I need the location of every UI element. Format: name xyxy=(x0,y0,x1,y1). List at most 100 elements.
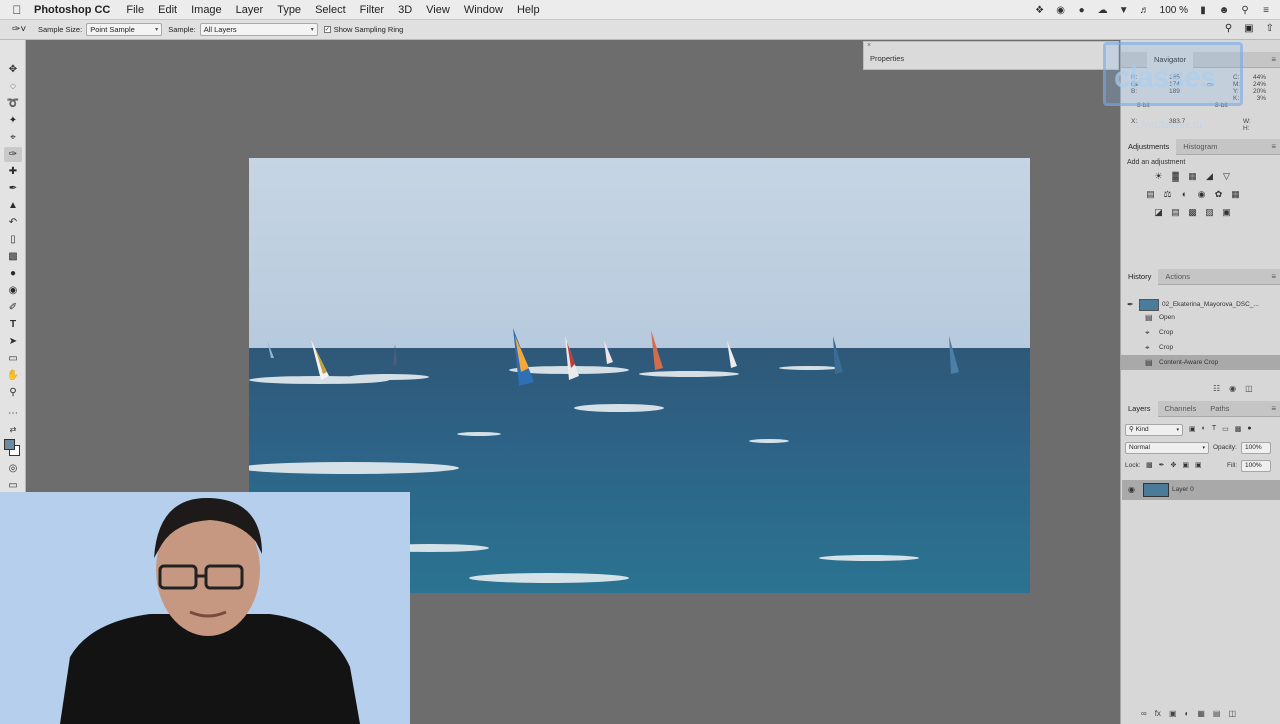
gradient-map-icon[interactable]: ▨ xyxy=(1204,207,1215,218)
swap-colors-icon[interactable]: ⇄ xyxy=(4,422,22,437)
menu-3d[interactable]: 3D xyxy=(391,4,419,16)
record-icon[interactable]: ● xyxy=(1076,5,1088,16)
sampling-ring-checkbox[interactable]: ✓ xyxy=(323,26,331,33)
levels-icon[interactable]: ▓ xyxy=(1170,171,1181,182)
history-step-open[interactable]: ▤ Open xyxy=(1121,310,1280,325)
posterize-icon[interactable]: ▤ xyxy=(1170,207,1181,218)
opacity-input[interactable]: 100% xyxy=(1241,442,1271,454)
share-icon[interactable]: ⇧ xyxy=(1266,23,1274,34)
lock-all-icon[interactable]: ▣ xyxy=(1195,461,1202,469)
quick-mask-icon[interactable]: ◎ xyxy=(4,461,22,476)
search-icon[interactable]: ⚲ xyxy=(1225,23,1232,34)
lock-transparent-icon[interactable]: ▩ xyxy=(1146,461,1153,469)
adjustment-layer-icon[interactable]: ◐ xyxy=(1185,709,1190,718)
eyedropper-preset-icon[interactable]: ✑˅ xyxy=(0,24,38,35)
tab-adjustments[interactable]: Adjustments xyxy=(1121,138,1177,155)
new-group-icon[interactable]: ▦ xyxy=(1197,709,1205,718)
panel-menu-icon[interactable]: ≡ xyxy=(1271,55,1276,64)
marquee-tool-icon[interactable]: ◌ xyxy=(4,79,22,94)
close-icon[interactable]: × xyxy=(867,42,871,49)
app-name-menu[interactable]: Photoshop CC xyxy=(34,4,110,16)
photo-filter-icon[interactable]: ◉ xyxy=(1196,189,1207,200)
channel-mixer-icon[interactable]: ✿ xyxy=(1213,189,1224,200)
smart-object-filter-icon[interactable]: ▩ xyxy=(1235,425,1242,433)
menu-file[interactable]: File xyxy=(119,4,151,16)
threshold-icon[interactable]: ▩ xyxy=(1187,207,1198,218)
brush-tool-icon[interactable]: ✒ xyxy=(4,181,22,196)
move-tool-icon[interactable]: ✥ xyxy=(4,62,22,77)
pen-tool-icon[interactable]: ✐ xyxy=(4,300,22,315)
volume-icon[interactable]: ♬ xyxy=(1139,5,1151,16)
tab-histogram[interactable]: Histogram xyxy=(1176,139,1224,155)
sample-select[interactable]: All Layers ▾ xyxy=(199,23,318,36)
link-layers-icon[interactable]: ∞ xyxy=(1141,709,1147,718)
history-step-content-aware-crop[interactable]: ▤ Content-Aware Crop xyxy=(1121,355,1280,370)
menu-help[interactable]: Help xyxy=(510,4,547,16)
layer-mask-icon[interactable]: ▣ xyxy=(1169,709,1177,718)
pixel-filter-icon[interactable]: ▣ xyxy=(1189,425,1196,433)
tab-actions[interactable]: Actions xyxy=(1158,269,1197,285)
battery-icon[interactable]: ▮ xyxy=(1197,5,1209,16)
menu-edit[interactable]: Edit xyxy=(151,4,184,16)
black-white-icon[interactable]: ◐ xyxy=(1179,189,1190,200)
workspace-icon[interactable]: ▣ xyxy=(1244,23,1253,34)
eyedropper-tool-icon[interactable]: ✑ xyxy=(4,147,22,162)
blur-tool-icon[interactable]: ● xyxy=(4,266,22,281)
adjustment-filter-icon[interactable]: ◐ xyxy=(1202,425,1206,433)
exposure-icon[interactable]: ◢ xyxy=(1204,171,1215,182)
menu-filter[interactable]: Filter xyxy=(353,4,391,16)
history-step-crop[interactable]: ⌖ Crop xyxy=(1121,325,1280,340)
eraser-tool-icon[interactable]: ▯ xyxy=(4,232,22,247)
camera-icon[interactable]: ◉ xyxy=(1229,384,1236,393)
type-filter-icon[interactable]: T xyxy=(1212,425,1216,433)
brightness-contrast-icon[interactable]: ☀ xyxy=(1153,171,1164,182)
new-document-from-state-icon[interactable]: ☷ xyxy=(1213,384,1220,393)
menu-image[interactable]: Image xyxy=(184,4,229,16)
blend-mode-select[interactable]: Normal ▾ xyxy=(1125,442,1209,454)
tab-channels[interactable]: Channels xyxy=(1158,401,1204,417)
menu-layer[interactable]: Layer xyxy=(229,4,271,16)
type-tool-icon[interactable]: T xyxy=(4,317,22,332)
apple-menu-icon[interactable]:  xyxy=(0,3,34,17)
clone-stamp-tool-icon[interactable]: ▲ xyxy=(4,198,22,213)
panel-menu-icon[interactable]: ≡ xyxy=(1271,404,1276,413)
menu-window[interactable]: Window xyxy=(457,4,510,16)
screen-mode-icon[interactable]: ▭ xyxy=(4,478,22,493)
invert-icon[interactable]: ◪ xyxy=(1153,207,1164,218)
user-icon[interactable]: ☻ xyxy=(1218,5,1230,16)
panel-menu-icon[interactable]: ≡ xyxy=(1271,272,1276,281)
filter-toggle-icon[interactable]: ● xyxy=(1247,425,1251,433)
healing-brush-tool-icon[interactable]: ✚ xyxy=(4,164,22,179)
path-select-tool-icon[interactable]: ➤ xyxy=(4,334,22,349)
menu-select[interactable]: Select xyxy=(308,4,353,16)
selective-color-icon[interactable]: ▣ xyxy=(1221,207,1232,218)
dropbox-icon[interactable]: ❖ xyxy=(1034,5,1046,16)
new-layer-icon[interactable]: ▤ xyxy=(1213,709,1221,718)
lock-image-icon[interactable]: ✒ xyxy=(1159,461,1165,469)
color-balance-icon[interactable]: ⚖ xyxy=(1162,189,1173,200)
creative-cloud-icon[interactable]: ◉ xyxy=(1055,5,1067,16)
more-tools-icon[interactable]: ⋯ xyxy=(4,406,22,421)
history-step-crop[interactable]: ⌖ Crop xyxy=(1121,340,1280,355)
panel-menu-icon[interactable]: ≡ xyxy=(1271,142,1276,151)
trash-icon[interactable]: ◫ xyxy=(1245,384,1253,393)
hue-saturation-icon[interactable]: ▤ xyxy=(1145,189,1156,200)
search-icon[interactable]: ⚲ xyxy=(1239,5,1251,16)
curves-icon[interactable]: ▦ xyxy=(1187,171,1198,182)
history-brush-tool-icon[interactable]: ↶ xyxy=(4,215,22,230)
menu-view[interactable]: View xyxy=(419,4,457,16)
vibrance-icon[interactable]: ▽ xyxy=(1221,171,1232,182)
quick-select-tool-icon[interactable]: ✦ xyxy=(4,113,22,128)
tab-history[interactable]: History xyxy=(1121,268,1159,285)
lock-artboard-icon[interactable]: ▣ xyxy=(1182,461,1189,469)
lasso-tool-icon[interactable]: ➰ xyxy=(4,96,22,111)
zoom-tool-icon[interactable]: ⚲ xyxy=(4,385,22,400)
shape-filter-icon[interactable]: ▭ xyxy=(1222,425,1229,433)
tab-layers[interactable]: Layers xyxy=(1121,400,1158,417)
tab-paths[interactable]: Paths xyxy=(1203,401,1236,417)
wifi-icon[interactable]: ▼ xyxy=(1118,5,1130,16)
sample-size-select[interactable]: Point Sample ▾ xyxy=(86,23,163,36)
dodge-tool-icon[interactable]: ◉ xyxy=(4,283,22,298)
trash-icon[interactable]: ◫ xyxy=(1228,709,1236,718)
rectangle-tool-icon[interactable]: ▭ xyxy=(4,351,22,366)
